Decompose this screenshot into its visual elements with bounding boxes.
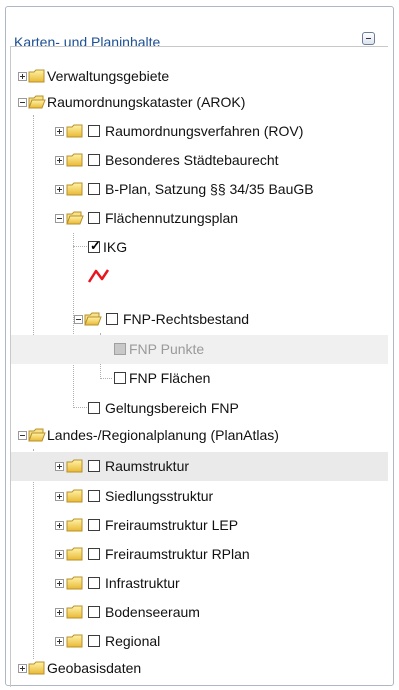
folder-open-icon bbox=[66, 211, 84, 225]
tree-node-fnp-flaechen[interactable]: FNP Flächen bbox=[11, 364, 388, 393]
layer-checkbox-disabled bbox=[114, 343, 126, 355]
tree-label: B-Plan, Satzung §§ 34/35 BauGB bbox=[105, 181, 314, 197]
layer-checkbox[interactable] bbox=[88, 519, 100, 531]
check-icon: ✓ bbox=[90, 238, 101, 253]
tree-node-infrastruktur[interactable]: Infrastruktur bbox=[11, 569, 388, 598]
folder-icon bbox=[66, 605, 83, 619]
folder-icon bbox=[66, 489, 83, 503]
line-legend-icon bbox=[87, 269, 110, 283]
folder-icon bbox=[66, 518, 83, 532]
tree-label: Besonderes Städtebaurecht bbox=[105, 152, 279, 168]
tree-label: Infrastruktur bbox=[105, 575, 180, 591]
folder-icon bbox=[66, 124, 83, 138]
folder-open-icon bbox=[28, 428, 46, 442]
folder-open-icon bbox=[28, 95, 46, 109]
folder-icon bbox=[66, 547, 83, 561]
panel-header: Karten- und Planinhalte bbox=[6, 7, 393, 51]
layer-checkbox[interactable] bbox=[88, 402, 100, 414]
folder-icon bbox=[66, 459, 83, 473]
tree-label: IKG bbox=[103, 239, 128, 255]
tree-label: Freiraumstruktur RPlan bbox=[105, 546, 250, 562]
layer-checkbox[interactable] bbox=[88, 577, 100, 589]
tree-label: FNP Flächen bbox=[129, 370, 211, 386]
tree-node-regional[interactable]: Regional bbox=[11, 627, 388, 656]
tree-node-staedtebaurecht[interactable]: Besonderes Städtebaurecht bbox=[11, 146, 388, 175]
tree-node-geobasisdaten[interactable]: Geobasisdaten bbox=[11, 654, 388, 683]
tree-label: Bodenseeraum bbox=[105, 604, 200, 620]
tree-node-geltungsbereich[interactable]: Geltungsbereich FNP bbox=[11, 394, 388, 423]
tree-node-bplan[interactable]: B-Plan, Satzung §§ 34/35 BauGB bbox=[11, 175, 388, 204]
layer-checkbox[interactable] bbox=[88, 606, 100, 618]
tree-node-freiraum-lep[interactable]: Freiraumstruktur LEP bbox=[11, 511, 388, 540]
tree-label: Raumstruktur bbox=[105, 458, 190, 474]
tree-label: FNP Punkte bbox=[129, 341, 205, 357]
layer-checkbox[interactable] bbox=[114, 372, 126, 384]
tree-label: Geltungsbereich FNP bbox=[105, 400, 239, 416]
tree-node-fnp-punkte[interactable]: FNP Punkte bbox=[11, 335, 388, 364]
collapse-icon[interactable] bbox=[18, 98, 27, 107]
folder-icon bbox=[66, 634, 83, 648]
layer-checkbox[interactable] bbox=[88, 212, 100, 224]
tree-node-arok[interactable]: Raumordnungskataster (AROK) bbox=[11, 88, 388, 117]
layer-tree: Verwaltungsgebiete Raumordnungskataster … bbox=[10, 46, 388, 687]
tree-node-siedlungsstruktur[interactable]: Siedlungsstruktur bbox=[11, 482, 388, 511]
tree-node-planatlas[interactable]: Landes-/Regionalplanung (PlanAtlas) bbox=[11, 421, 388, 450]
layer-checkbox[interactable] bbox=[88, 548, 100, 560]
layer-checkbox[interactable] bbox=[88, 460, 100, 472]
tree-label: Freiraumstruktur LEP bbox=[105, 517, 239, 533]
expand-icon[interactable] bbox=[55, 462, 64, 471]
expand-icon[interactable] bbox=[55, 521, 64, 530]
tree-label: Regional bbox=[105, 633, 161, 649]
tree-label: Flächennutzungsplan bbox=[105, 210, 239, 226]
expand-icon[interactable] bbox=[18, 72, 27, 81]
expand-icon[interactable] bbox=[55, 156, 64, 165]
layer-checkbox[interactable] bbox=[88, 154, 100, 166]
collapse-icon[interactable] bbox=[18, 431, 27, 440]
collapse-panel-button[interactable] bbox=[362, 32, 375, 45]
layer-checkbox-checked[interactable]: ✓ bbox=[88, 238, 101, 253]
layer-checkbox[interactable] bbox=[88, 490, 100, 502]
folder-icon bbox=[66, 182, 83, 196]
collapse-icon[interactable] bbox=[74, 315, 83, 324]
expand-icon[interactable] bbox=[55, 127, 64, 136]
tree-label: Landes-/Regionalplanung (PlanAtlas) bbox=[47, 427, 279, 443]
tree-node-ikg[interactable]: ✓ IKG bbox=[11, 233, 388, 262]
tree-node-fnp-rechtsbestand[interactable]: FNP-Rechtsbestand bbox=[11, 305, 388, 334]
legend-row bbox=[11, 262, 388, 291]
tree-label: FNP-Rechtsbestand bbox=[123, 311, 250, 327]
expand-icon[interactable] bbox=[18, 664, 27, 673]
expand-icon[interactable] bbox=[55, 608, 64, 617]
tree-node-rov[interactable]: Raumordnungsverfahren (ROV) bbox=[11, 117, 388, 146]
expand-icon[interactable] bbox=[55, 185, 64, 194]
tree-node-raumstruktur[interactable]: Raumstruktur bbox=[11, 452, 388, 481]
collapse-icon[interactable] bbox=[55, 214, 64, 223]
tree-node-freiraum-rplan[interactable]: Freiraumstruktur RPlan bbox=[11, 540, 388, 569]
tree-node-fnp[interactable]: Flächennutzungsplan bbox=[11, 204, 388, 233]
folder-icon bbox=[66, 576, 83, 590]
expand-icon[interactable] bbox=[55, 637, 64, 646]
folder-icon bbox=[28, 661, 45, 675]
tree-label: Raumordnungskataster (AROK) bbox=[47, 94, 246, 110]
tree-node-bodenseeraum[interactable]: Bodenseeraum bbox=[11, 598, 388, 627]
layer-checkbox[interactable] bbox=[88, 125, 100, 137]
expand-icon[interactable] bbox=[55, 579, 64, 588]
folder-icon bbox=[28, 69, 45, 83]
tree-label: Geobasisdaten bbox=[47, 660, 142, 676]
folder-open-icon bbox=[84, 312, 102, 326]
tree-label: Raumordnungsverfahren (ROV) bbox=[105, 123, 304, 139]
tree-label: Siedlungsstruktur bbox=[105, 488, 214, 504]
folder-icon bbox=[66, 153, 83, 167]
tree-label: Verwaltungsgebiete bbox=[47, 68, 170, 84]
layer-checkbox[interactable] bbox=[88, 635, 100, 647]
expand-icon[interactable] bbox=[55, 492, 64, 501]
layer-checkbox[interactable] bbox=[88, 183, 100, 195]
expand-icon[interactable] bbox=[55, 550, 64, 559]
layer-checkbox[interactable] bbox=[106, 313, 118, 325]
tree-node-verwaltungsgebiete[interactable]: Verwaltungsgebiete bbox=[11, 62, 388, 91]
